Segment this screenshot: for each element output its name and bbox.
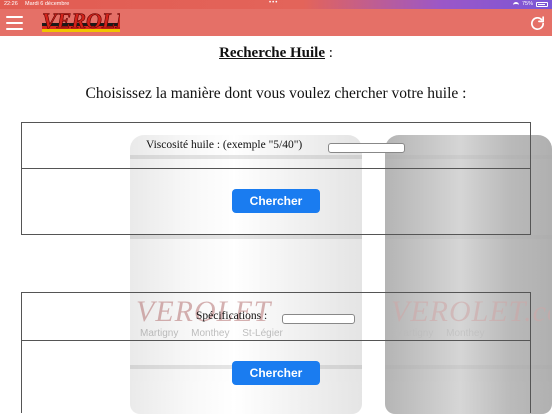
viscosity-label: Viscosité huile : (exemple "5/40"): [146, 139, 303, 151]
viscosity-input[interactable]: [328, 143, 405, 153]
hamburger-menu-icon[interactable]: [6, 16, 23, 30]
specifications-search-button[interactable]: Chercher: [232, 361, 320, 385]
viscosity-search-button[interactable]: Chercher: [232, 189, 320, 213]
page-subtitle: Choisissez la manière dont vous voulez c…: [85, 85, 467, 102]
viscosity-button-row: Chercher: [22, 169, 530, 234]
status-right: 75%: [512, 1, 548, 7]
specifications-input[interactable]: [282, 314, 355, 324]
battery-icon: [536, 1, 548, 7]
status-date: Mardi 6 décembre: [25, 1, 70, 7]
viscosity-search-panel: Viscosité huile : (exemple "5/40") Cherc…: [21, 122, 531, 235]
page-title: Recherche Huile :: [0, 45, 552, 62]
status-time: 22:26: [4, 1, 18, 7]
page-title-text: Recherche Huile: [219, 45, 326, 61]
page-title-suffix: :: [325, 45, 333, 61]
logo-text: VEROLET: [42, 10, 120, 33]
viscosity-field-row: Viscosité huile : (exemple "5/40"): [22, 123, 530, 169]
specifications-field-row: Spécifications :: [22, 293, 530, 341]
specifications-button-row: Chercher: [22, 341, 530, 413]
app-header: VEROLET: [0, 9, 552, 36]
refresh-icon[interactable]: [529, 15, 546, 32]
specifications-search-panel: Spécifications : Chercher: [21, 292, 531, 413]
multitask-dots: •••: [269, 0, 279, 6]
verolet-logo: VEROLET: [42, 10, 120, 34]
battery-percent: 75%: [521, 1, 533, 7]
wifi-icon: [512, 1, 519, 7]
status-bar: 22:26 Mardi 6 décembre ••• 75%: [0, 0, 552, 9]
specifications-label: Spécifications :: [196, 310, 268, 322]
